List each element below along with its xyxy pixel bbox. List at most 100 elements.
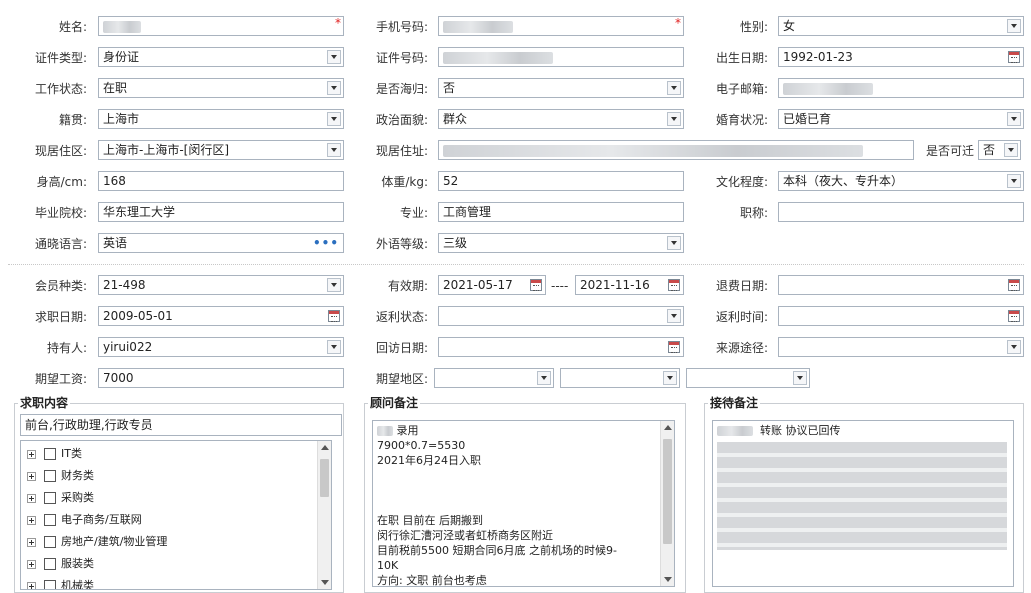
scroll-thumb[interactable] <box>320 459 329 497</box>
revisit-date-input[interactable] <box>438 337 684 357</box>
chevron-down-icon[interactable] <box>327 50 341 64</box>
tree-item[interactable]: 电子商务/互联网 <box>27 509 142 531</box>
height-input[interactable]: 168 <box>98 171 344 191</box>
residence-area-select[interactable]: 上海市-上海市-[闵行区] <box>98 140 344 160</box>
education-select[interactable]: 本科（夜大、专升本） <box>778 171 1024 191</box>
chevron-down-icon[interactable] <box>1004 143 1018 157</box>
native-place-select[interactable]: 上海市 <box>98 109 344 129</box>
weight-input[interactable]: 52 <box>438 171 684 191</box>
chevron-down-icon[interactable] <box>327 340 341 354</box>
expand-icon[interactable] <box>27 493 36 503</box>
job-category-tree[interactable]: IT类 财务类 采购类 电子商务/互联网 房地产/建筑/物业管理 服装类 机械类 <box>20 440 332 590</box>
returnee-select[interactable]: 否 <box>438 78 684 98</box>
calendar-icon[interactable] <box>1008 51 1020 63</box>
member-type-label: 会员种类: <box>34 279 87 293</box>
expand-icon[interactable] <box>27 471 36 481</box>
chevron-down-icon[interactable] <box>663 371 677 385</box>
tree-item[interactable]: 服装类 <box>27 553 94 575</box>
valid-start-input[interactable]: 2021-05-17 <box>438 275 546 295</box>
id-type-select[interactable]: 身份证 <box>98 47 344 67</box>
residence-address-input[interactable] <box>438 140 914 160</box>
rebate-time-input[interactable] <box>778 306 1024 326</box>
chevron-down-icon[interactable] <box>1007 174 1021 188</box>
mobile-input[interactable]: * <box>438 16 684 36</box>
chevron-down-icon[interactable] <box>327 143 341 157</box>
chevron-down-icon[interactable] <box>667 112 681 126</box>
holder-select[interactable]: yirui022 <box>98 337 344 357</box>
checkbox[interactable] <box>44 580 56 589</box>
id-number-input[interactable] <box>438 47 684 67</box>
checkbox[interactable] <box>44 448 56 460</box>
work-status-select[interactable]: 在职 <box>98 78 344 98</box>
calendar-icon[interactable] <box>530 279 542 291</box>
chevron-down-icon[interactable] <box>327 112 341 126</box>
member-type-select[interactable]: 21-498 <box>98 275 344 295</box>
chevron-down-icon[interactable] <box>667 81 681 95</box>
marital-select[interactable]: 已婚已育 <box>778 109 1024 129</box>
calendar-icon[interactable] <box>668 279 680 291</box>
gender-select[interactable]: 女 <box>778 16 1024 36</box>
tree-item[interactable]: IT类 <box>27 443 82 465</box>
calendar-icon[interactable] <box>328 310 340 322</box>
expand-icon[interactable] <box>27 537 36 547</box>
source-select[interactable] <box>778 337 1024 357</box>
checkbox[interactable] <box>44 492 56 504</box>
chevron-down-icon[interactable] <box>327 81 341 95</box>
consultant-notes-textarea[interactable]: 录用 7900*0.7=5530 2021年6月24日入职 在职 目前在 后期搬… <box>372 420 675 587</box>
calendar-icon[interactable] <box>1008 279 1020 291</box>
expected-area-province-select[interactable] <box>434 368 554 388</box>
school-input[interactable]: 华东理工大学 <box>98 202 344 222</box>
more-options-icon[interactable]: ••• <box>313 234 339 252</box>
checkbox[interactable] <box>44 470 56 482</box>
chevron-down-icon[interactable] <box>327 278 341 292</box>
job-content-selected[interactable]: 前台,行政助理,行政专员 <box>20 414 342 436</box>
reception-notes-textarea[interactable]: 转账 协议已回传 <box>712 420 1014 587</box>
checkbox[interactable] <box>44 514 56 526</box>
expand-icon[interactable] <box>27 449 36 459</box>
expected-area-district-select[interactable] <box>686 368 810 388</box>
tree-item[interactable]: 采购类 <box>27 487 94 509</box>
redacted-value <box>377 426 393 436</box>
scroll-down-icon[interactable] <box>321 580 329 585</box>
checkbox[interactable] <box>44 536 56 548</box>
email-input[interactable] <box>778 78 1024 98</box>
birth-date-input[interactable]: 1992-01-23 <box>778 47 1024 67</box>
chevron-down-icon[interactable] <box>1007 112 1021 126</box>
valid-period-label: 有效期: <box>387 279 428 293</box>
expand-icon[interactable] <box>27 559 36 569</box>
calendar-icon[interactable] <box>668 341 680 353</box>
date-range-separator: ---- <box>551 279 569 293</box>
language-input[interactable]: 英语 ••• <box>98 233 344 253</box>
tree-item[interactable]: 房地产/建筑/物业管理 <box>27 531 167 553</box>
scroll-down-icon[interactable] <box>664 577 672 582</box>
checkbox[interactable] <box>44 558 56 570</box>
job-seek-date-input[interactable]: 2009-05-01 <box>98 306 344 326</box>
expected-salary-input[interactable]: 7000 <box>98 368 344 388</box>
foreign-level-select[interactable]: 三级 <box>438 233 684 253</box>
tree-item[interactable]: 财务类 <box>27 465 94 487</box>
relocate-select[interactable]: 否 <box>978 140 1021 160</box>
chevron-down-icon[interactable] <box>793 371 807 385</box>
chevron-down-icon[interactable] <box>667 309 681 323</box>
valid-end-input[interactable]: 2021-11-16 <box>575 275 684 295</box>
scroll-up-icon[interactable] <box>321 445 329 450</box>
major-input[interactable]: 工商管理 <box>438 202 684 222</box>
chevron-down-icon[interactable] <box>1007 340 1021 354</box>
expected-area-city-select[interactable] <box>560 368 680 388</box>
political-select[interactable]: 群众 <box>438 109 684 129</box>
scroll-up-icon[interactable] <box>664 425 672 430</box>
tree-item[interactable]: 机械类 <box>27 575 94 589</box>
chevron-down-icon[interactable] <box>537 371 551 385</box>
chevron-down-icon[interactable] <box>1007 19 1021 33</box>
rebate-status-select[interactable] <box>438 306 684 326</box>
expand-icon[interactable] <box>27 581 36 589</box>
name-input[interactable]: * <box>98 16 344 36</box>
chevron-down-icon[interactable] <box>667 236 681 250</box>
scroll-thumb[interactable] <box>663 439 672 544</box>
calendar-icon[interactable] <box>1008 310 1020 322</box>
refund-date-input[interactable] <box>778 275 1024 295</box>
scrollbar[interactable] <box>660 421 674 586</box>
expand-icon[interactable] <box>27 515 36 525</box>
scrollbar[interactable] <box>317 441 331 589</box>
title-input[interactable] <box>778 202 1024 222</box>
